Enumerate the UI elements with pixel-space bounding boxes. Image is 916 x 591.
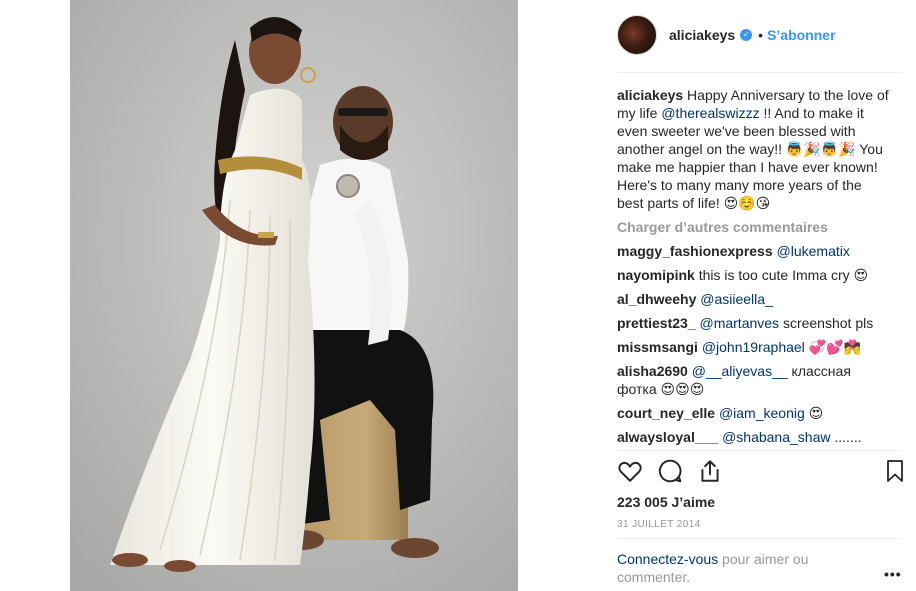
- comment-username[interactable]: al_dhweehy: [617, 291, 696, 307]
- post-header: aliciakeys ✓ • S’abonner: [617, 14, 836, 56]
- action-bar: [617, 458, 907, 488]
- comment-mention[interactable]: @__aliyevas__: [692, 363, 788, 379]
- comment-username[interactable]: maggy_fashionexpress: [617, 243, 773, 259]
- header-separator: •: [758, 27, 764, 43]
- post-date: 31 JUILLET 2014: [617, 519, 701, 530]
- actions-divider: [617, 450, 902, 451]
- comment-mention[interactable]: @martanves: [699, 315, 779, 331]
- comment-icon[interactable]: [657, 458, 685, 486]
- login-prompt: Connectez-vous pour aimer ou commenter.: [617, 550, 857, 586]
- comment-text: 😍: [804, 405, 824, 421]
- post-photo[interactable]: [70, 0, 518, 591]
- comment-text: this is too cute Imma cry 😍: [698, 267, 869, 283]
- comment-text: .......: [830, 429, 862, 445]
- comment-text: screenshot pls: [779, 315, 874, 331]
- comment-item: maggy_fashionexpress @lukematix: [617, 242, 889, 260]
- comment-item: missmsangi @john19raphael 💞💕💏: [617, 338, 889, 356]
- comment-item: al_dhweehy @asiieella_: [617, 290, 889, 308]
- follow-button[interactable]: S’abonner: [767, 27, 835, 43]
- comment-mention[interactable]: @asiieella_: [700, 291, 773, 307]
- post-sidebar: aliciakeys ✓ • S’abonner aliciakeys Happ…: [600, 0, 916, 591]
- photo-panel: [0, 0, 600, 591]
- comment-username[interactable]: prettiest23_: [617, 315, 696, 331]
- comment-mention[interactable]: @john19raphael: [702, 339, 805, 355]
- likes-count[interactable]: 223 005 J’aime: [617, 494, 715, 510]
- verified-badge-icon: ✓: [740, 29, 753, 41]
- post-caption: aliciakeys Happy Anniversary to the love…: [617, 86, 889, 212]
- login-divider: [617, 538, 902, 539]
- comment-item: court_ney_elle @iam_keonig 😍: [617, 404, 889, 422]
- heart-icon[interactable]: [617, 458, 645, 486]
- comment-mention[interactable]: @iam_keonig: [719, 405, 805, 421]
- comment-item: prettiest23_ @martanves screenshot pls: [617, 314, 889, 332]
- comment-text: 💞💕💏: [804, 339, 861, 355]
- more-options-icon[interactable]: •••: [884, 566, 904, 582]
- comment-username[interactable]: alisha2690: [617, 363, 688, 379]
- instagram-post-view: aliciakeys ✓ • S’abonner aliciakeys Happ…: [0, 0, 916, 591]
- bookmark-icon[interactable]: [883, 458, 911, 486]
- comment-username[interactable]: alwaysloyal___: [617, 429, 718, 445]
- author-username[interactable]: aliciakeys: [669, 27, 735, 43]
- comments-list: aliciakeys Happy Anniversary to the love…: [617, 86, 889, 446]
- comment-item: alisha2690 @__aliyevas__ классная фотка …: [617, 362, 889, 398]
- login-link[interactable]: Connectez-vous: [617, 551, 718, 567]
- share-icon[interactable]: [697, 458, 725, 486]
- comment-username[interactable]: court_ney_elle: [617, 405, 715, 421]
- avatar[interactable]: [617, 15, 657, 55]
- comment-item: nayomipink this is too cute Imma cry 😍: [617, 266, 889, 284]
- comment-mention[interactable]: @shabana_shaw: [722, 429, 830, 445]
- photo-illustration: [70, 0, 518, 591]
- comment-item: alwaysloyal___ @shabana_shaw .......: [617, 428, 889, 446]
- comment-username[interactable]: nayomipink: [617, 267, 695, 283]
- comment-username[interactable]: missmsangi: [617, 339, 698, 355]
- header-divider: [617, 72, 902, 73]
- caption-username[interactable]: aliciakeys: [617, 87, 683, 103]
- caption-mention[interactable]: @therealswizzz: [661, 105, 759, 121]
- load-more-comments-button[interactable]: Charger d’autres commentaires: [617, 218, 889, 236]
- comment-mention[interactable]: @lukematix: [777, 243, 850, 259]
